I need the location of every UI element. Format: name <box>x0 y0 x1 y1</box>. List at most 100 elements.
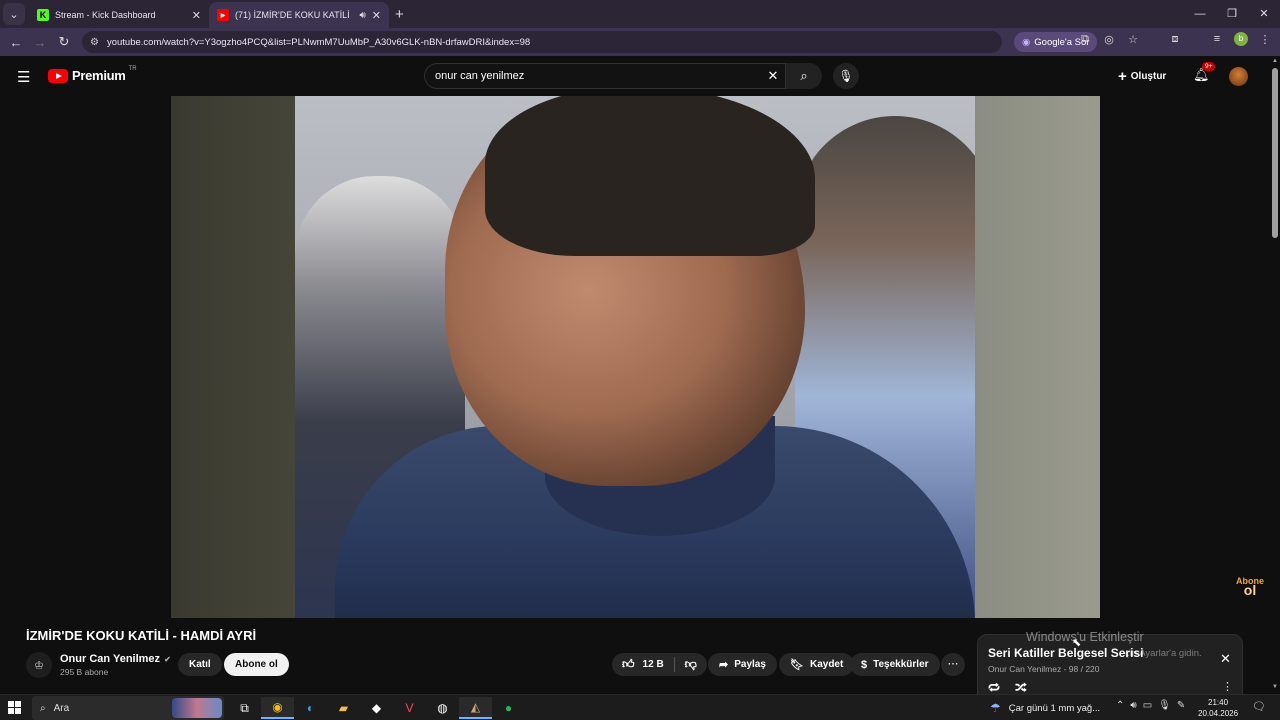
url-text[interactable]: youtube.com/watch?v=Y3ogzho4PCQ&list=PLN… <box>107 37 1002 48</box>
edge-icon[interactable]: ◐ <box>294 697 327 719</box>
chevron-up-icon[interactable]: ⌃ <box>1116 700 1124 711</box>
chevron-down-icon: ⌄ <box>9 8 19 21</box>
subscribe-button[interactable]: Abone ol <box>224 653 289 676</box>
bookmark-icon: 🔖︎ <box>790 659 804 671</box>
network-icon[interactable]: ▭ <box>1143 700 1152 711</box>
rain-cloud-icon: ☂ <box>990 701 1001 715</box>
taskbar-search[interactable]: ⌕ Ara <box>32 696 224 720</box>
share-button[interactable]: ➦ Paylaş <box>708 653 777 676</box>
video-player[interactable] <box>171 96 1100 618</box>
tab-title: Stream - Kick Dashboard <box>55 10 156 20</box>
dislike-button[interactable]: 👎︎ <box>675 653 707 676</box>
taskbar-clock[interactable]: 21:40 20.04.2026 <box>1198 697 1238 719</box>
youtube-masthead: ☰ Premium TR onur can yenilmez ✕ ⌕ 🎙︎ + … <box>0 56 1270 96</box>
channel-name-link[interactable]: Onur Can Yenilmez ✔ <box>60 653 171 665</box>
valorant-icon[interactable]: V <box>393 697 426 719</box>
weather-text: Çar günü 1 mm yağ... <box>1008 702 1101 714</box>
channel-avatar[interactable]: ♔ <box>26 652 52 678</box>
scrollbar-thumb[interactable] <box>1272 68 1278 238</box>
playlist-title[interactable]: Seri Katiller Belgesel Serisi <box>988 646 1143 660</box>
more-horizontal-icon: ⋯ <box>947 658 959 670</box>
thanks-button[interactable]: $ Teşekkürler <box>850 653 940 676</box>
restore-icon[interactable]: ❐ <box>1216 0 1248 28</box>
scroll-down-icon[interactable]: ▼ <box>1272 684 1278 690</box>
search-icon: ⌕ <box>800 68 808 83</box>
search-query[interactable]: onur can yenilmez <box>435 70 761 82</box>
windows-taskbar: ⌕ Ara ⧉ ◉ ◐ ▰ ◆ V ◍ ◭ ● ☂ Çar günü 1 mm … <box>0 694 1280 720</box>
video-frame[interactable] <box>295 96 975 618</box>
spotify-icon[interactable]: ● <box>492 697 525 719</box>
save-label: Kaydet <box>809 659 844 670</box>
youtube-logo[interactable]: Premium TR <box>48 65 137 83</box>
thanks-label: Teşekkürler <box>873 659 929 670</box>
hair <box>485 96 815 256</box>
speaker-icon[interactable]: 🔊︎ <box>359 10 365 21</box>
window-controls: — ❐ ✕ <box>1184 0 1280 28</box>
clear-search-icon[interactable]: ✕ <box>761 68 785 84</box>
activate-windows-watermark: Windows'u Etkinleştir <box>1026 630 1144 644</box>
media-control-icon[interactable]: ≡ <box>1210 33 1224 45</box>
subscriber-count: 295 B abone <box>60 667 109 677</box>
more-actions-button[interactable]: ⋯ <box>941 653 965 676</box>
address-bar[interactable]: ⚙ youtube.com/watch?v=Y3ogzho4PCQ&list=P… <box>82 31 1002 53</box>
close-window-icon[interactable]: ✕ <box>1248 0 1280 28</box>
site-settings-icon[interactable]: ⚙ <box>90 37 99 48</box>
clock-time: 21:40 <box>1208 698 1229 707</box>
save-button[interactable]: 🔖︎ Kaydet <box>779 653 855 676</box>
super-thanks-icon: $ <box>861 658 868 671</box>
chrome-menu-icon[interactable]: ⋮ <box>1258 33 1272 46</box>
league-icon[interactable]: ◭ <box>459 697 492 719</box>
minimize-icon[interactable]: — <box>1184 0 1216 28</box>
file-explorer-icon[interactable]: ▰ <box>327 697 360 719</box>
chrome-icon[interactable]: ◉ <box>261 697 294 719</box>
account-avatar[interactable] <box>1229 67 1248 86</box>
volume-icon[interactable]: 🔊︎ <box>1130 700 1136 711</box>
app-icon[interactable]: ◆ <box>360 697 393 719</box>
extensions-icon[interactable]: ⧈ <box>1168 33 1182 46</box>
like-button[interactable]: 👍︎ 12 B <box>612 653 674 676</box>
system-tray: ⌃ 🔊︎ ▭ 🎙︎ ✎ <box>1116 700 1185 711</box>
country-code: TR <box>128 65 137 72</box>
browser-tab-youtube[interactable]: ▶ (71) İZMİR'DE KOKU KATİLİ 🔊︎ ✕ <box>209 2 389 28</box>
close-tab-icon[interactable]: ✕ <box>192 9 201 22</box>
weather-widget[interactable]: ☂ Çar günü 1 mm yağ... <box>990 697 1100 719</box>
obs-icon[interactable]: ◍ <box>426 697 459 719</box>
pen-icon[interactable]: ✎ <box>1177 700 1185 711</box>
youtube-favicon-icon: ▶ <box>217 9 229 21</box>
back-arrow-icon[interactable]: ← <box>4 35 28 50</box>
microphone-icon: 🎙︎ <box>838 69 854 83</box>
playlist-more-icon[interactable]: ⋮ <box>1222 680 1233 693</box>
mic-icon[interactable]: 🎙︎ <box>1158 700 1171 711</box>
tab-strip: ⌄ K Stream - Kick Dashboard ✕ ▶ (71) İZM… <box>0 0 1280 28</box>
eye-off-icon[interactable]: ◎ <box>1102 33 1116 46</box>
watermark-bottom: ol <box>1243 582 1257 598</box>
subscribe-watermark[interactable]: Abone ol <box>1236 577 1264 598</box>
tab-search-button[interactable]: ⌄ <box>3 3 25 25</box>
join-button[interactable]: Katıl <box>178 653 222 676</box>
taskbar-search-label: Ara <box>53 702 70 714</box>
browser-tab-kick[interactable]: K Stream - Kick Dashboard ✕ <box>29 2 209 28</box>
page-scrollbar[interactable]: ▲ ▼ <box>1270 56 1280 694</box>
close-playlist-icon[interactable]: ✕ <box>1220 651 1231 667</box>
forward-arrow-icon[interactable]: → <box>28 35 52 50</box>
new-tab-button[interactable]: + <box>395 6 404 23</box>
install-app-icon[interactable]: ⧉ <box>1078 33 1092 46</box>
search-input[interactable]: onur can yenilmez ✕ <box>424 63 786 89</box>
voice-search-button[interactable]: 🎙︎ <box>833 63 859 89</box>
like-count: 12 B <box>642 659 664 670</box>
scroll-up-icon[interactable]: ▲ <box>1272 58 1278 64</box>
menu-icon[interactable]: ☰ <box>17 68 30 86</box>
taskbar-apps: ⧉ ◉ ◐ ▰ ◆ V ◍ ◭ ● <box>228 697 525 719</box>
reload-icon[interactable]: ↻ <box>52 34 76 50</box>
channel-name[interactable]: Onur Can Yenilmez <box>60 653 160 665</box>
tab-title: (71) İZMİR'DE KOKU KATİLİ <box>235 10 350 20</box>
search-button[interactable]: ⌕ <box>786 63 822 89</box>
profile-avatar[interactable]: b <box>1234 32 1248 46</box>
task-view-icon[interactable]: ⧉ <box>228 697 261 719</box>
bookmark-star-icon[interactable]: ☆ <box>1126 33 1140 46</box>
notification-center-icon[interactable]: 🗨︎ <box>1252 700 1266 713</box>
close-tab-icon[interactable]: ✕ <box>372 9 381 22</box>
windows-start-icon[interactable] <box>8 701 21 714</box>
create-button[interactable]: + Oluştur <box>1118 66 1166 86</box>
notifications-button[interactable]: 🔔︎ 9+ <box>1193 62 1216 83</box>
